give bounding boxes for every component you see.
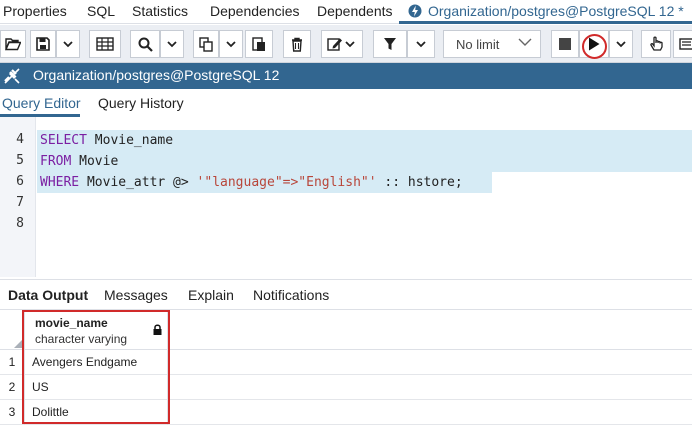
code-line[interactable]: SELECT Movie_name bbox=[37, 130, 692, 151]
tab-notifications[interactable]: Notifications bbox=[253, 287, 329, 303]
query-toolbar: No limit bbox=[0, 25, 692, 63]
play-icon bbox=[589, 37, 600, 51]
panel-tab-strip: Properties SQL Statistics Dependencies D… bbox=[0, 0, 692, 24]
sql-text: Movie_attr @> bbox=[79, 175, 197, 190]
filter-icon bbox=[384, 38, 396, 50]
active-tab-indicator bbox=[399, 21, 692, 24]
floppy-disk-icon bbox=[36, 37, 50, 51]
paste-button[interactable] bbox=[245, 30, 273, 58]
column-type: character varying bbox=[35, 332, 128, 346]
explain-button[interactable] bbox=[641, 30, 671, 58]
execute-button[interactable] bbox=[579, 30, 609, 58]
chevron-down-icon bbox=[226, 40, 236, 47]
table-cell[interactable]: Avengers Endgame bbox=[24, 350, 168, 375]
open-file-button[interactable] bbox=[0, 30, 26, 58]
table-row[interactable]: 2 US bbox=[0, 375, 692, 400]
folder-open-icon bbox=[5, 38, 21, 51]
chevron-down-icon bbox=[616, 40, 626, 47]
sql-editor[interactable]: 4 5 6 7 8 SELECT Movie_name FROM Movie W… bbox=[0, 117, 692, 277]
grid-table-icon bbox=[96, 37, 114, 51]
line-number: 5 bbox=[16, 153, 24, 168]
copy-icon bbox=[199, 36, 213, 52]
row-limit-value: No limit bbox=[456, 36, 500, 52]
find-button[interactable] bbox=[130, 30, 160, 58]
tab-sql[interactable]: SQL bbox=[87, 3, 115, 19]
tab-properties[interactable]: Properties bbox=[3, 3, 67, 19]
keyboard-icon bbox=[679, 38, 692, 50]
filter-options-dropdown[interactable] bbox=[407, 30, 435, 58]
tab-query-history[interactable]: Query History bbox=[98, 95, 184, 111]
connection-status-icon[interactable] bbox=[2, 66, 22, 86]
delete-button[interactable] bbox=[283, 30, 311, 58]
result-tabs: Data Output Messages Explain Notificatio… bbox=[0, 279, 692, 309]
edit-options-button[interactable] bbox=[321, 30, 363, 58]
code-line[interactable] bbox=[37, 214, 692, 235]
line-number: 7 bbox=[16, 195, 24, 210]
table-row[interactable]: 1 Avengers Endgame bbox=[0, 350, 692, 375]
tab-statistics[interactable]: Statistics bbox=[132, 3, 188, 19]
lock-icon bbox=[153, 324, 162, 335]
connection-bar: Organization/postgres@PostgreSQL 12 bbox=[0, 63, 692, 89]
table-cell[interactable]: Dolittle bbox=[24, 400, 168, 425]
column-name: movie_name bbox=[35, 316, 108, 330]
select-all-corner[interactable] bbox=[0, 310, 24, 351]
row-number: 3 bbox=[8, 405, 16, 419]
sql-keyword: WHERE bbox=[40, 175, 80, 190]
line-number: 8 bbox=[16, 216, 24, 231]
chevron-down-icon bbox=[518, 38, 532, 46]
hand-pointer-icon bbox=[650, 36, 663, 51]
code-line[interactable]: FROM Movie bbox=[37, 151, 692, 172]
chevron-down-icon bbox=[167, 40, 177, 47]
stop-icon bbox=[559, 38, 571, 50]
editor-tabs: Query Editor Query History bbox=[0, 89, 692, 117]
tab-messages[interactable]: Messages bbox=[104, 287, 168, 303]
lightning-icon bbox=[408, 4, 422, 18]
paste-icon bbox=[252, 37, 265, 51]
code-line[interactable]: WHERE Movie_attr @> '"language"=>"Englis… bbox=[37, 172, 492, 193]
tab-dependencies[interactable]: Dependencies bbox=[210, 3, 300, 19]
trash-icon bbox=[292, 37, 302, 52]
row-number: 2 bbox=[8, 380, 16, 394]
row-limit-select[interactable]: No limit bbox=[443, 30, 541, 58]
search-icon bbox=[138, 37, 153, 52]
tab-query-tool[interactable]: Organization/postgres@PostgreSQL 12 * bbox=[408, 3, 684, 19]
edit-data-button[interactable] bbox=[89, 30, 121, 58]
sql-keyword: SELECT bbox=[40, 133, 87, 148]
save-button[interactable] bbox=[30, 30, 56, 58]
tab-data-output[interactable]: Data Output bbox=[8, 287, 88, 303]
copy-button[interactable] bbox=[193, 30, 219, 58]
sql-string-literal: '"language"=>"English"' bbox=[196, 175, 377, 190]
sql-text: :: hstore; bbox=[376, 175, 463, 190]
result-grid: movie_name character varying 1 Avengers … bbox=[0, 309, 692, 426]
tab-explain[interactable]: Explain bbox=[188, 287, 234, 303]
chevron-down-icon bbox=[63, 40, 73, 47]
sql-text: Movie bbox=[71, 154, 119, 169]
column-header-movie-name[interactable]: movie_name character varying bbox=[24, 310, 168, 351]
macros-button[interactable] bbox=[673, 30, 692, 58]
grid-header-row: movie_name character varying bbox=[0, 309, 692, 351]
chevron-down-icon bbox=[416, 40, 426, 47]
sql-text: Movie_name bbox=[86, 133, 174, 148]
save-options-dropdown[interactable] bbox=[56, 30, 80, 58]
tab-query-tool-label: Organization/postgres@PostgreSQL 12 * bbox=[428, 3, 684, 19]
tab-dependents[interactable]: Dependents bbox=[317, 3, 393, 19]
tab-query-editor[interactable]: Query Editor bbox=[2, 95, 81, 111]
cancel-query-button[interactable] bbox=[551, 30, 579, 58]
filter-button[interactable] bbox=[373, 30, 407, 58]
row-number: 1 bbox=[8, 355, 16, 369]
connection-label[interactable]: Organization/postgres@PostgreSQL 12 bbox=[33, 67, 279, 83]
code-line[interactable] bbox=[37, 193, 692, 214]
line-number: 6 bbox=[16, 174, 24, 189]
corner-triangle-icon bbox=[14, 339, 23, 348]
table-row[interactable]: 3 Dolittle bbox=[0, 400, 692, 425]
pencil-icon bbox=[327, 38, 355, 51]
line-number: 4 bbox=[16, 132, 24, 147]
copy-options-dropdown[interactable] bbox=[219, 30, 243, 58]
find-options-dropdown[interactable] bbox=[160, 30, 184, 58]
execute-options-dropdown[interactable] bbox=[609, 30, 633, 58]
table-cell[interactable]: US bbox=[24, 375, 168, 400]
sql-keyword: FROM bbox=[40, 154, 72, 169]
